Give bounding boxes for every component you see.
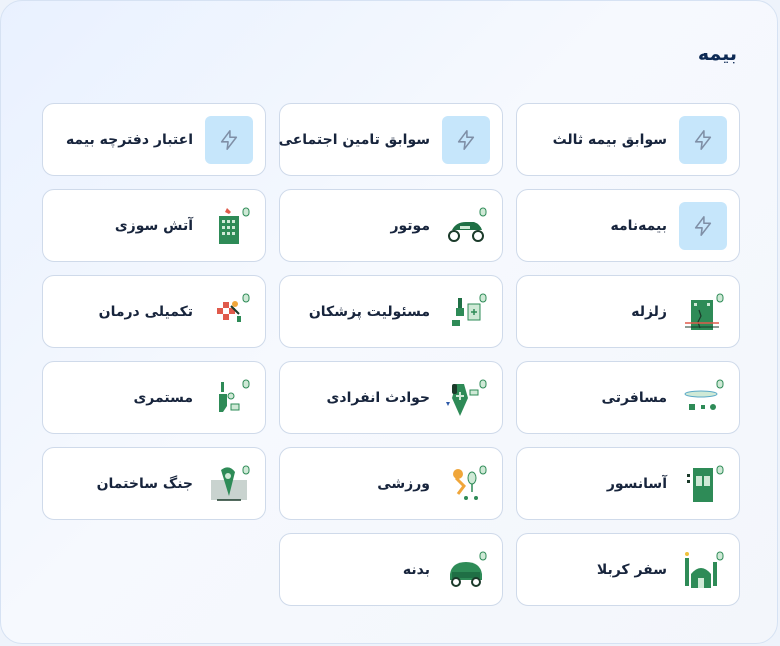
lightning-icon: [205, 115, 253, 164]
service-label: آتش سوزی: [114, 217, 193, 234]
insurance-panel: بیمه سوابق بیمه ثالث سوابق تامین اجتماعی…: [0, 0, 778, 644]
car-body-icon: [442, 546, 490, 594]
travel-icon: [679, 374, 727, 422]
sports-icon: [442, 460, 490, 508]
service-label: ورزشی: [377, 475, 430, 492]
building-war-icon: [205, 460, 253, 508]
elevator-icon: [679, 460, 727, 508]
medical-supplement-icon: [205, 288, 253, 336]
service-card-doctors-liability[interactable]: مسئولیت پزشکان: [279, 275, 503, 348]
service-card-social-security-history[interactable]: سوابق تامین اجتماعی: [279, 103, 503, 176]
service-label: تکمیلی درمان: [98, 303, 193, 320]
medical-liability-icon: [442, 288, 490, 336]
service-card-building-war[interactable]: جنگ ساختمان: [42, 447, 266, 520]
service-card-car-body[interactable]: بدنه: [279, 533, 503, 606]
service-label: زلزله: [631, 303, 667, 320]
service-label: آسانسور: [606, 475, 667, 492]
service-label: سوابق تامین اجتماعی: [278, 131, 430, 148]
service-card-sports[interactable]: ورزشی: [279, 447, 503, 520]
service-card-personal-accident[interactable]: حوادث انفرادی: [279, 361, 503, 434]
service-card-third-party-history[interactable]: سوابق بیمه ثالث: [516, 103, 740, 176]
service-label: مسافرتی: [601, 389, 667, 406]
service-label: مستمری: [133, 389, 193, 406]
service-card-elevator[interactable]: آسانسور: [516, 447, 740, 520]
service-label: سفر کربلا: [596, 561, 667, 578]
pension-icon: [205, 374, 253, 422]
service-label: سوابق بیمه ثالث: [552, 131, 667, 148]
service-card-motorcycle[interactable]: موتور: [279, 189, 503, 262]
lightning-icon: [679, 115, 727, 164]
service-label: بیمه‌نامه: [610, 217, 667, 234]
burning-building-icon: [205, 202, 253, 250]
mosque-icon: [679, 546, 727, 594]
service-label: بدنه: [402, 561, 430, 578]
service-card-supplementary-health[interactable]: تکمیلی درمان: [42, 275, 266, 348]
service-label: جنگ ساختمان: [96, 475, 193, 492]
service-card-earthquake[interactable]: زلزله: [516, 275, 740, 348]
page-title: بیمه: [697, 43, 737, 65]
lightning-icon: [679, 201, 727, 250]
service-label: مسئولیت پزشکان: [308, 303, 430, 320]
personal-accident-icon: [442, 374, 490, 422]
service-card-karbala-trip[interactable]: سفر کربلا: [516, 533, 740, 606]
service-card-travel[interactable]: مسافرتی: [516, 361, 740, 434]
lightning-icon: [442, 115, 490, 164]
service-label: اعتبار دفترچه بیمه: [65, 131, 193, 148]
service-card-pension[interactable]: مستمری: [42, 361, 266, 434]
service-card-fire[interactable]: آتش سوزی: [42, 189, 266, 262]
motorcycle-icon: [442, 202, 490, 250]
service-card-insurance-booklet-credit[interactable]: اعتبار دفترچه بیمه: [42, 103, 266, 176]
service-label: موتور: [390, 217, 430, 234]
earthquake-building-icon: [679, 288, 727, 336]
service-card-policy[interactable]: بیمه‌نامه: [516, 189, 740, 262]
service-label: حوادث انفرادی: [326, 389, 430, 406]
